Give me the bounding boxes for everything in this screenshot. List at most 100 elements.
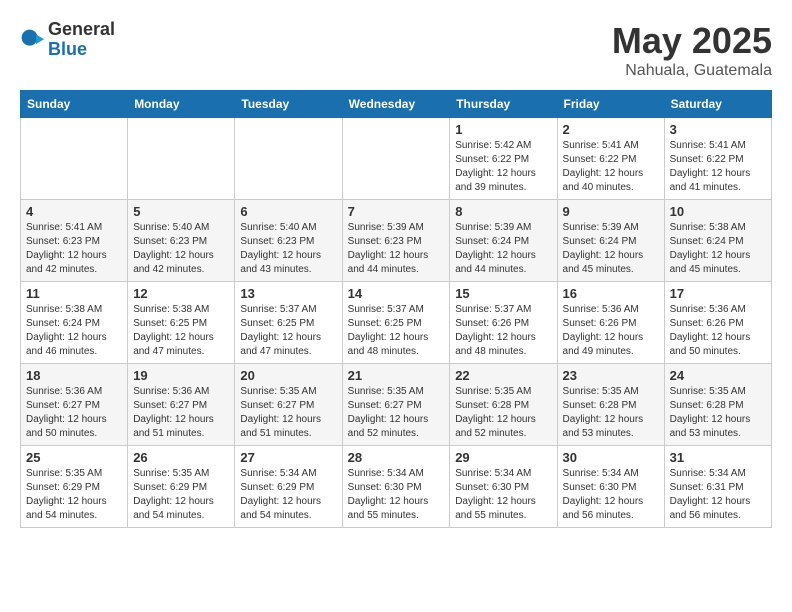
day-cell: 2 Sunrise: 5:41 AM Sunset: 6:22 PM Daylig… xyxy=(557,118,664,200)
day-cell: 28Sunrise: 5:34 AM Sunset: 6:30 PM Dayli… xyxy=(342,446,450,528)
logo-icon xyxy=(20,28,44,52)
day-cell: 19Sunrise: 5:36 AM Sunset: 6:27 PM Dayli… xyxy=(128,364,235,446)
day-cell: 13 Sunrise: 5:37 AM Sunset: 6:25 PM Dayli… xyxy=(235,282,342,364)
day-number: 27 xyxy=(240,450,336,465)
calendar-table: SundayMondayTuesdayWednesdayThursdayFrid… xyxy=(20,90,772,528)
day-number: 26 xyxy=(133,450,229,465)
day-cell: 29 Sunrise: 5:34 AM Sunset: 6:30 PM Dayli… xyxy=(450,446,557,528)
day-header-wednesday: Wednesday xyxy=(342,91,450,118)
day-info: Sunrise: 5:34 AM Sunset: 6:31 PM Dayligh… xyxy=(670,467,766,523)
title-block: May 2025 Nahuala, Guatemala xyxy=(612,20,772,80)
day-header-tuesday: Tuesday xyxy=(235,91,342,118)
day-number: 29 xyxy=(455,450,551,465)
day-info: Sunrise: 5:34 AM Sunset: 6:29 PM Dayligh… xyxy=(240,467,336,523)
day-number: 23 xyxy=(563,368,659,383)
day-info: Sunrise: 5:40 AM Sunset: 6:23 PM Dayligh… xyxy=(133,221,229,277)
day-cell: 22 Sunrise: 5:35 AM Sunset: 6:28 PM Dayli… xyxy=(450,364,557,446)
day-cell: 16 Sunrise: 5:36 AM Sunset: 6:26 PM Dayli… xyxy=(557,282,664,364)
day-number: 8 xyxy=(455,204,551,219)
day-info: Sunrise: 5:36 AM Sunset: 6:26 PM Dayligh… xyxy=(670,303,766,359)
header-row: SundayMondayTuesdayWednesdayThursdayFrid… xyxy=(21,91,772,118)
day-cell: 20 Sunrise: 5:35 AM Sunset: 6:27 PM Dayli… xyxy=(235,364,342,446)
day-number: 13 xyxy=(240,286,336,301)
week-row-3: 11Sunrise: 5:38 AM Sunset: 6:24 PM Dayli… xyxy=(21,282,772,364)
day-cell: 6 Sunrise: 5:40 AM Sunset: 6:23 PM Daylig… xyxy=(235,200,342,282)
week-row-1: 1Sunrise: 5:42 AM Sunset: 6:22 PM Daylig… xyxy=(21,118,772,200)
day-number: 31 xyxy=(670,450,766,465)
day-info: Sunrise: 5:35 AM Sunset: 6:28 PM Dayligh… xyxy=(563,385,659,441)
day-info: Sunrise: 5:35 AM Sunset: 6:28 PM Dayligh… xyxy=(670,385,766,441)
day-cell: 3Sunrise: 5:41 AM Sunset: 6:22 PM Daylig… xyxy=(664,118,771,200)
day-cell: 4 Sunrise: 5:41 AM Sunset: 6:23 PM Daylig… xyxy=(21,200,128,282)
day-number: 20 xyxy=(240,368,336,383)
month-year: May 2025 xyxy=(612,20,772,62)
day-number: 21 xyxy=(348,368,445,383)
day-header-monday: Monday xyxy=(128,91,235,118)
day-number: 2 xyxy=(563,122,659,137)
day-info: Sunrise: 5:35 AM Sunset: 6:29 PM Dayligh… xyxy=(133,467,229,523)
day-cell: 18Sunrise: 5:36 AM Sunset: 6:27 PM Dayli… xyxy=(21,364,128,446)
day-number: 19 xyxy=(133,368,229,383)
day-cell xyxy=(342,118,450,200)
day-cell: 9 Sunrise: 5:39 AM Sunset: 6:24 PM Daylig… xyxy=(557,200,664,282)
day-info: Sunrise: 5:37 AM Sunset: 6:25 PM Dayligh… xyxy=(348,303,445,359)
day-info: Sunrise: 5:37 AM Sunset: 6:26 PM Dayligh… xyxy=(455,303,551,359)
day-cell xyxy=(235,118,342,200)
day-cell: 11Sunrise: 5:38 AM Sunset: 6:24 PM Dayli… xyxy=(21,282,128,364)
day-info: Sunrise: 5:34 AM Sunset: 6:30 PM Dayligh… xyxy=(455,467,551,523)
day-cell: 26 Sunrise: 5:35 AM Sunset: 6:29 PM Dayli… xyxy=(128,446,235,528)
day-cell: 7 Sunrise: 5:39 AM Sunset: 6:23 PM Daylig… xyxy=(342,200,450,282)
day-info: Sunrise: 5:38 AM Sunset: 6:25 PM Dayligh… xyxy=(133,303,229,359)
logo-text: General Blue xyxy=(48,20,115,60)
day-cell: 1Sunrise: 5:42 AM Sunset: 6:22 PM Daylig… xyxy=(450,118,557,200)
day-info: Sunrise: 5:41 AM Sunset: 6:22 PM Dayligh… xyxy=(563,139,659,195)
day-cell: 10Sunrise: 5:38 AM Sunset: 6:24 PM Dayli… xyxy=(664,200,771,282)
day-info: Sunrise: 5:39 AM Sunset: 6:23 PM Dayligh… xyxy=(348,221,445,277)
day-info: Sunrise: 5:35 AM Sunset: 6:27 PM Dayligh… xyxy=(348,385,445,441)
day-cell: 27 Sunrise: 5:34 AM Sunset: 6:29 PM Dayli… xyxy=(235,446,342,528)
day-number: 12 xyxy=(133,286,229,301)
day-header-thursday: Thursday xyxy=(450,91,557,118)
day-cell: 12 Sunrise: 5:38 AM Sunset: 6:25 PM Dayli… xyxy=(128,282,235,364)
day-info: Sunrise: 5:40 AM Sunset: 6:23 PM Dayligh… xyxy=(240,221,336,277)
day-number: 6 xyxy=(240,204,336,219)
logo-general: General xyxy=(48,20,115,40)
day-cell: 24 Sunrise: 5:35 AM Sunset: 6:28 PM Dayli… xyxy=(664,364,771,446)
day-cell: 25Sunrise: 5:35 AM Sunset: 6:29 PM Dayli… xyxy=(21,446,128,528)
day-cell: 31 Sunrise: 5:34 AM Sunset: 6:31 PM Dayli… xyxy=(664,446,771,528)
day-info: Sunrise: 5:39 AM Sunset: 6:24 PM Dayligh… xyxy=(455,221,551,277)
day-number: 30 xyxy=(563,450,659,465)
day-info: Sunrise: 5:42 AM Sunset: 6:22 PM Dayligh… xyxy=(455,139,551,195)
day-info: Sunrise: 5:37 AM Sunset: 6:25 PM Dayligh… xyxy=(240,303,336,359)
day-number: 15 xyxy=(455,286,551,301)
day-number: 10 xyxy=(670,204,766,219)
day-number: 5 xyxy=(133,204,229,219)
day-cell: 5 Sunrise: 5:40 AM Sunset: 6:23 PM Daylig… xyxy=(128,200,235,282)
day-cell: 21 Sunrise: 5:35 AM Sunset: 6:27 PM Dayli… xyxy=(342,364,450,446)
day-cell: 23 Sunrise: 5:35 AM Sunset: 6:28 PM Dayli… xyxy=(557,364,664,446)
day-number: 24 xyxy=(670,368,766,383)
day-number: 9 xyxy=(563,204,659,219)
day-number: 4 xyxy=(26,204,122,219)
day-cell: 8 Sunrise: 5:39 AM Sunset: 6:24 PM Daylig… xyxy=(450,200,557,282)
day-number: 11 xyxy=(26,286,122,301)
day-header-sunday: Sunday xyxy=(21,91,128,118)
day-info: Sunrise: 5:34 AM Sunset: 6:30 PM Dayligh… xyxy=(563,467,659,523)
day-number: 7 xyxy=(348,204,445,219)
day-number: 16 xyxy=(563,286,659,301)
day-number: 22 xyxy=(455,368,551,383)
day-info: Sunrise: 5:36 AM Sunset: 6:26 PM Dayligh… xyxy=(563,303,659,359)
location: Nahuala, Guatemala xyxy=(612,62,772,80)
day-number: 28 xyxy=(348,450,445,465)
week-row-4: 18Sunrise: 5:36 AM Sunset: 6:27 PM Dayli… xyxy=(21,364,772,446)
logo: General Blue xyxy=(20,20,115,60)
day-cell: 14Sunrise: 5:37 AM Sunset: 6:25 PM Dayli… xyxy=(342,282,450,364)
day-info: Sunrise: 5:41 AM Sunset: 6:23 PM Dayligh… xyxy=(26,221,122,277)
week-row-5: 25 Sunrise: 5:35 AM Sunset: 6:29 PM Dayli… xyxy=(21,446,772,528)
day-info: Sunrise: 5:36 AM Sunset: 6:27 PM Dayligh… xyxy=(26,385,122,441)
day-number: 25 xyxy=(26,450,122,465)
day-cell: 17Sunrise: 5:36 AM Sunset: 6:26 PM Dayli… xyxy=(664,282,771,364)
day-info: Sunrise: 5:35 AM Sunset: 6:27 PM Dayligh… xyxy=(240,385,336,441)
day-info: Sunrise: 5:35 AM Sunset: 6:28 PM Dayligh… xyxy=(455,385,551,441)
day-info: Sunrise: 5:39 AM Sunset: 6:24 PM Dayligh… xyxy=(563,221,659,277)
